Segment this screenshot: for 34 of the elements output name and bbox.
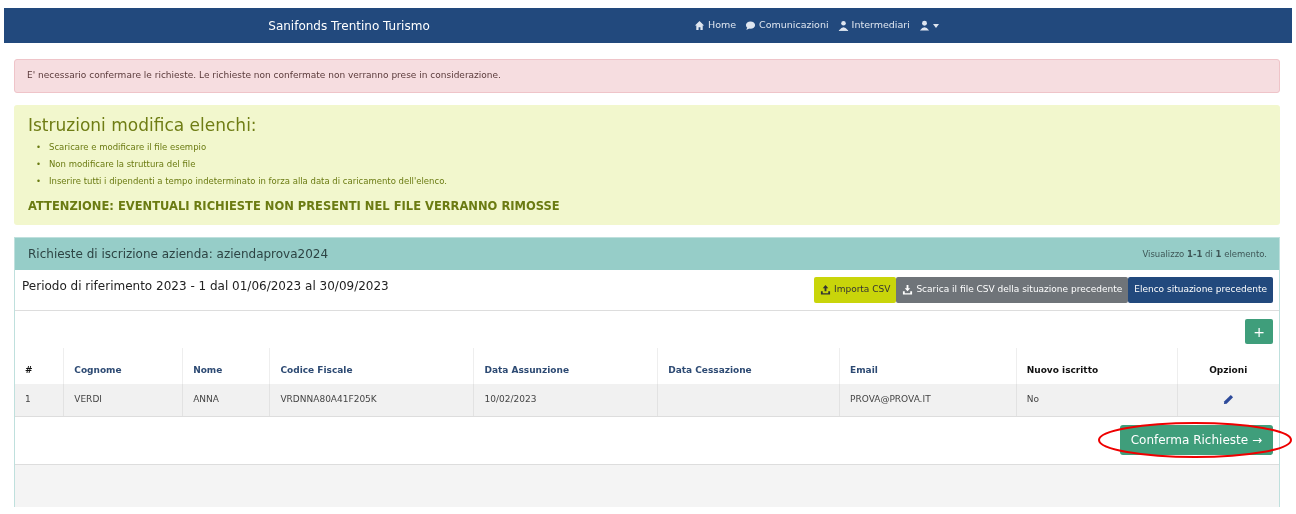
table-cell: 10/02/2023 bbox=[474, 384, 658, 417]
bullet: • bbox=[36, 174, 41, 188]
nav-link[interactable]: Comunicazioni bbox=[745, 18, 829, 33]
table-cell: PROVA@PROVA.IT bbox=[839, 384, 1017, 417]
table-cell: 1 bbox=[15, 384, 64, 417]
edit-icon[interactable] bbox=[1222, 394, 1234, 406]
instruction-item: Non modificare la struttura del file bbox=[49, 157, 196, 171]
user-icon bbox=[837, 20, 849, 31]
table-cell: ANNA bbox=[182, 384, 270, 417]
download-button[interactable]: Scarica il file CSV della situazione precedente bbox=[896, 277, 1129, 303]
instruction-item: Inserire tutti i dipendenti a tempo indeterminato in forza alla data di caricamento dell'elenco. bbox=[49, 174, 447, 188]
home-icon bbox=[694, 20, 705, 31]
user-icon bbox=[918, 20, 930, 31]
list-button[interactable]: Elenco situazione precedente bbox=[1128, 277, 1273, 303]
table-cell: No bbox=[1016, 384, 1177, 417]
bullet: • bbox=[36, 157, 41, 171]
bullet: • bbox=[36, 140, 41, 154]
table-cell: VERDI bbox=[63, 384, 183, 417]
panel-title: Richieste di iscrizione azienda: aziendaprova2024 bbox=[28, 246, 329, 264]
results-summary: Visualizzo 1-1 di 1 elemento. bbox=[1142, 247, 1267, 261]
alert-message: E' necessario confermare le richieste. Le richieste non confermate non verranno prese in considerazione. bbox=[14, 59, 1280, 93]
warning-text: ATTENZIONE: EVENTUALI RICHIESTE NON PRESENTI NEL FILE VERRANNO RIMOSSE bbox=[28, 197, 561, 215]
site-title: Sanifonds Trentino Turismo bbox=[267, 17, 431, 35]
table-cell: VRDNNA80A41F205K bbox=[269, 384, 474, 417]
instructions-title: Istruzioni modifica elenchi: bbox=[28, 114, 258, 135]
column-header: # bbox=[15, 348, 64, 385]
import-button[interactable]: Importa CSV bbox=[814, 277, 897, 303]
nav-link[interactable]: Home bbox=[694, 18, 737, 33]
instruction-item: Scaricare e modificare il file esempio bbox=[49, 140, 207, 154]
chat-icon bbox=[745, 20, 757, 31]
download-icon bbox=[902, 284, 914, 296]
period-title: Periodo di riferimento 2023 - 1 dal 01/06/2023 al 30/09/2023 bbox=[22, 278, 389, 296]
nav-link[interactable]: Intermediari bbox=[837, 18, 910, 33]
upload-icon bbox=[820, 284, 831, 296]
